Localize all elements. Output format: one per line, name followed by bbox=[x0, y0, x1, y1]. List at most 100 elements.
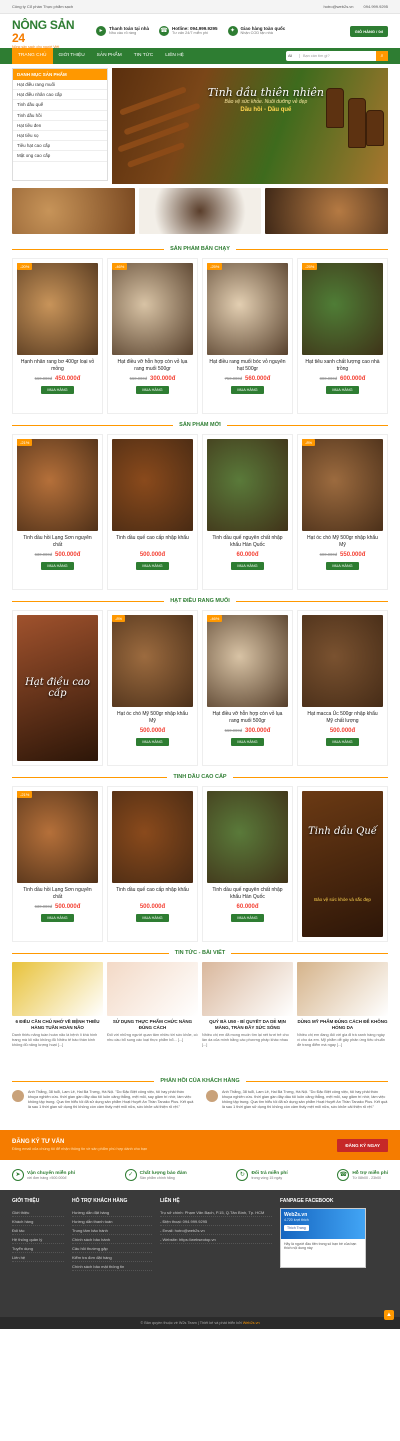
copyright-brand[interactable]: Web2s.vn bbox=[243, 1321, 260, 1325]
product-image[interactable]: -20% bbox=[17, 263, 98, 355]
product-card[interactable]: -25% Hạt tiêu xanh chất lượng cao nhà trồ… bbox=[297, 258, 388, 414]
product-name[interactable]: Hạt óc chó Mỹ 500gr nhập khẩu Mỹ bbox=[298, 535, 387, 550]
product-name[interactable]: Hạt điều vỡ hỗn hợp còn vỏ lụa rang muối… bbox=[203, 711, 292, 726]
product-image[interactable]: -25% bbox=[302, 263, 383, 355]
buy-button[interactable]: MUA HÀNG bbox=[231, 738, 264, 746]
news-title[interactable]: 6 ĐIỀU CẦN CHÚ NHỚ VỀ BỆNH THIẾU HÀNG TU… bbox=[12, 1019, 103, 1030]
product-image[interactable]: -25% bbox=[207, 263, 288, 355]
promo-banner-nuts[interactable] bbox=[12, 188, 135, 234]
product-name[interactable]: Tinh dầu quế cao cấp nhập khẩu bbox=[108, 535, 197, 550]
product-image[interactable] bbox=[207, 791, 288, 883]
product-name[interactable]: Hạt tiêu xanh chất lượng cao nhà trồng bbox=[298, 359, 387, 374]
product-promo-image[interactable]: Tinh dầu Quế Bảo vệ sức khỏe và sắc đẹp bbox=[302, 791, 383, 937]
nav-about[interactable]: GIỚI THIỆU bbox=[53, 48, 91, 64]
news-image[interactable] bbox=[12, 962, 103, 1016]
product-image[interactable] bbox=[207, 439, 288, 531]
buy-button[interactable]: MUA HÀNG bbox=[136, 914, 169, 922]
nav-news[interactable]: TIN TỨC bbox=[128, 48, 159, 64]
product-name[interactable]: Tinh dầu hồi Lạng Sơn nguyên chất bbox=[13, 887, 102, 902]
product-card[interactable]: -25% Hạt điều rang muối bóc vỏ nguyên hạt… bbox=[202, 258, 293, 414]
category-item[interactable]: Hạt tiêu đen bbox=[13, 121, 107, 131]
news-title[interactable]: DÙNG MỸ PHẨM ĐÚNG CÁCH ĐỂ KHÔNG HỎNG DA bbox=[297, 1019, 388, 1030]
category-item[interactable]: Hạt điều nhân cao cấp bbox=[13, 90, 107, 101]
cart-button[interactable]: GIỎ HÀNG / 0đ bbox=[349, 25, 388, 37]
product-name[interactable]: Tinh dầu quế nguyên chất nhập khẩu Hàn Q… bbox=[203, 535, 292, 550]
news-title[interactable]: SỬ DỤNG THỰC PHẨM CHỨC NĂNG ĐÚNG CÁCH bbox=[107, 1019, 198, 1030]
product-name[interactable]: Hạt điều rang muối bóc vỏ nguyên hạt 500… bbox=[203, 359, 292, 374]
buy-button[interactable]: MUA HÀNG bbox=[136, 562, 169, 570]
buy-button[interactable]: MUA HÀNG bbox=[231, 562, 264, 570]
category-item[interactable]: Tiêu hạt cao cấp bbox=[13, 141, 107, 152]
product-name[interactable]: Hạt điều vỡ hỗn hợp còn vỏ lụa rang muối… bbox=[108, 359, 197, 374]
search-input[interactable]: Bạn cần tìm gì? bbox=[300, 54, 376, 58]
fb-like-button[interactable]: Thích Trang bbox=[284, 1225, 309, 1231]
category-item[interactable]: Mật ong cao cấp bbox=[13, 151, 107, 162]
promo-banner-pepper[interactable] bbox=[138, 188, 262, 234]
buy-button[interactable]: MUA HÀNG bbox=[326, 738, 359, 746]
news-image[interactable] bbox=[202, 962, 293, 1016]
footer-link[interactable]: Tuyển dụng bbox=[12, 1244, 64, 1253]
category-item[interactable]: Hạt điều rang muối bbox=[13, 80, 107, 91]
footer-link[interactable]: Liên hệ bbox=[12, 1253, 64, 1262]
buy-button[interactable]: MUA HÀNG bbox=[136, 738, 169, 746]
product-card[interactable]: -46% Hạt điều vỡ hỗn hợp còn vỏ lụa rang … bbox=[202, 610, 293, 766]
product-image[interactable]: -21% bbox=[17, 791, 98, 883]
footer-link[interactable]: Đối tác bbox=[12, 1226, 64, 1235]
news-item[interactable]: QUÝ BÀ U50 - BÍ QUYẾT DA DẺ MỊN MÀNG, TR… bbox=[202, 962, 293, 1066]
promo-banner-seeds[interactable] bbox=[265, 188, 389, 234]
product-card[interactable]: -21% Tinh dầu hồi Lạng Sơn nguyên chất 630… bbox=[12, 786, 103, 942]
product-image[interactable]: -46% bbox=[207, 615, 288, 707]
product-image[interactable]: -46% bbox=[112, 263, 193, 355]
footer-link[interactable]: Hướng dẫn đặt hàng bbox=[72, 1208, 152, 1217]
footer-link[interactable]: Kiểm tra đơn đặt hàng bbox=[72, 1253, 152, 1262]
news-image[interactable] bbox=[297, 962, 388, 1016]
product-card[interactable]: Tinh dầu quế cao cấp nhập khẩu 500.000đ MU… bbox=[107, 434, 198, 590]
product-card[interactable]: Tinh dầu quế cao cấp nhập khẩu 500.000đ MU… bbox=[107, 786, 198, 942]
product-name[interactable]: Tinh dầu hồi Lạng Sơn nguyên chất bbox=[13, 535, 102, 550]
news-image[interactable] bbox=[107, 962, 198, 1016]
logo[interactable]: NÔNG SẢN 24 Nông sản sạch cho người Việt bbox=[12, 19, 82, 50]
product-name[interactable]: Hạt óc chó Mỹ 500gr nhập khẩu Mỹ bbox=[108, 711, 197, 726]
product-card[interactable]: Tinh dầu quế nguyên chất nhập khẩu Hàn Q… bbox=[202, 434, 293, 590]
topbar-phone[interactable]: 094.999.9295 bbox=[364, 4, 388, 9]
product-image[interactable] bbox=[302, 615, 383, 707]
product-card[interactable]: -8% Hạt óc chó Mỹ 500gr nhập khẩu Mỹ 500.0… bbox=[107, 610, 198, 766]
product-name[interactable]: Tinh dầu quế cao cấp nhập khẩu bbox=[108, 887, 197, 902]
buy-button[interactable]: MUA HÀNG bbox=[326, 562, 359, 570]
buy-button[interactable]: MUA HÀNG bbox=[136, 386, 169, 394]
hero-banner[interactable]: Tinh dầu thiên nhiên Bảo vệ sức khỏe. Nu… bbox=[112, 68, 388, 184]
product-name[interactable]: Hạnh nhân rang bơ 400gr loại vỏ mỏng bbox=[13, 359, 102, 374]
nav-home[interactable]: TRANG CHỦ bbox=[12, 48, 53, 64]
news-item[interactable]: SỬ DỤNG THỰC PHẨM CHỨC NĂNG ĐÚNG CÁCH Đối… bbox=[107, 962, 198, 1066]
footer-link[interactable]: Chính sách bảo mật thông tin bbox=[72, 1262, 152, 1271]
scroll-top-icon[interactable]: ▲ bbox=[384, 1310, 394, 1320]
product-image[interactable]: -21% bbox=[17, 439, 98, 531]
product-name[interactable]: Hạt macca Úc 500gr nhập khẩu Mỹ chất lượ… bbox=[298, 711, 387, 726]
product-card[interactable]: Hạt macca Úc 500gr nhập khẩu Mỹ chất lượ… bbox=[297, 610, 388, 766]
product-image[interactable] bbox=[112, 791, 193, 883]
buy-button[interactable]: MUA HÀNG bbox=[326, 386, 359, 394]
product-card[interactable]: -20% Hạnh nhân rang bơ 400gr loại vỏ mỏng… bbox=[12, 258, 103, 414]
product-card[interactable]: -8% Hạt óc chó Mỹ 500gr nhập khẩu Mỹ 600.0… bbox=[297, 434, 388, 590]
news-item[interactable]: DÙNG MỸ PHẨM ĐÚNG CÁCH ĐỂ KHÔNG HỎNG DA N… bbox=[297, 962, 388, 1066]
footer-link[interactable]: Khách hàng bbox=[12, 1217, 64, 1226]
buy-button[interactable]: MUA HÀNG bbox=[41, 914, 74, 922]
product-name[interactable]: Tinh dầu quế nguyên chất nhập khẩu Hàn Q… bbox=[203, 887, 292, 902]
product-card[interactable]: -46% Hạt điều vỡ hỗn hợp còn vỏ lụa rang … bbox=[107, 258, 198, 414]
product-image[interactable]: -8% bbox=[302, 439, 383, 531]
buy-button[interactable]: MUA HÀNG bbox=[231, 914, 264, 922]
search-icon[interactable]: ⌕ bbox=[376, 51, 388, 61]
buy-button[interactable]: MUA HÀNG bbox=[41, 386, 74, 394]
category-item[interactable]: Tinh dầu quế bbox=[13, 100, 107, 111]
product-image[interactable]: -8% bbox=[112, 615, 193, 707]
footer-link[interactable]: Câu hỏi thường gặp bbox=[72, 1244, 152, 1253]
category-item[interactable]: Tinh dầu hồi bbox=[13, 111, 107, 121]
footer-link[interactable]: Giới thiệu bbox=[12, 1208, 64, 1217]
news-item[interactable]: 6 ĐIỀU CẦN CHÚ NHỚ VỀ BỆNH THIẾU HÀNG TU… bbox=[12, 962, 103, 1066]
buy-button[interactable]: MUA HÀNG bbox=[41, 562, 74, 570]
nav-products[interactable]: SẢN PHẨM bbox=[91, 48, 128, 64]
footer-link[interactable]: Chính sách bảo hành bbox=[72, 1235, 152, 1244]
product-image[interactable] bbox=[112, 439, 193, 531]
search-category-select[interactable]: All bbox=[286, 54, 300, 58]
buy-button[interactable]: MUA HÀNG bbox=[231, 386, 264, 394]
